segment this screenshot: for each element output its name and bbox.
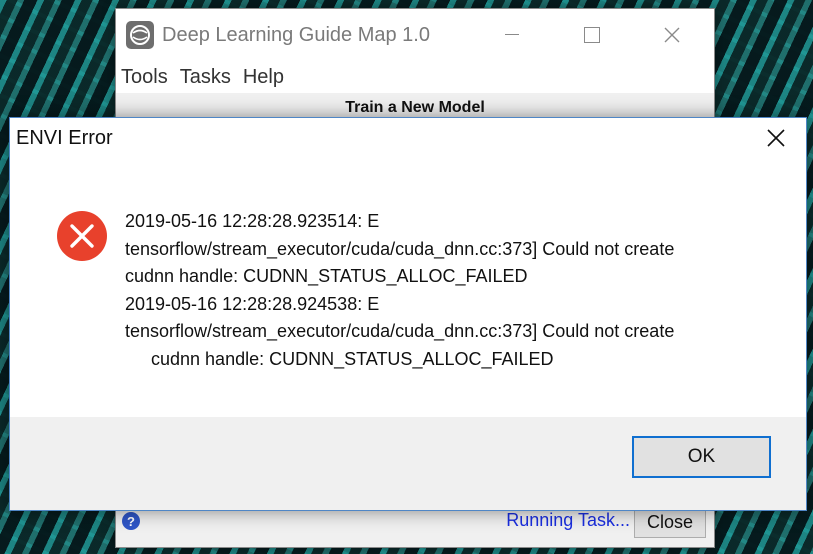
running-task-link[interactable]: Running Task... — [506, 510, 630, 531]
error-dialog: ENVI Error 2019-05-16 12:28:28.923514: E… — [9, 117, 807, 511]
dialog-titlebar[interactable]: ENVI Error — [10, 118, 806, 158]
maximize-icon[interactable] — [552, 9, 632, 61]
menu-tools[interactable]: Tools — [121, 66, 168, 89]
message-line: 2019-05-16 12:28:28.924538: E — [125, 293, 380, 314]
error-icon — [56, 210, 108, 262]
menu-tasks[interactable]: Tasks — [180, 66, 231, 89]
ok-button[interactable]: OK — [632, 436, 771, 478]
dialog-footer: OK — [10, 417, 806, 510]
menu-bar: Tools Tasks Help — [116, 61, 714, 93]
message-line: tensorflow/stream_executor/cuda/cuda_dnn… — [125, 321, 675, 341]
dialog-close-icon[interactable] — [746, 118, 806, 158]
dialog-body: 2019-05-16 12:28:28.923514: E tensorflow… — [10, 158, 806, 416]
app-logo-icon — [126, 21, 154, 49]
minimize-icon[interactable] — [472, 9, 552, 61]
message-line: cudnn handle: CUDNN_STATUS_ALLOC_FAILED — [151, 348, 554, 369]
message-line: cudnn handle: CUDNN_STATUS_ALLOC_FAILED — [125, 266, 528, 286]
help-icon[interactable]: ? — [122, 512, 140, 530]
close-window-icon[interactable] — [632, 9, 712, 61]
message-line: tensorflow/stream_executor/cuda/cuda_dnn… — [125, 238, 675, 259]
error-message: 2019-05-16 12:28:28.923514: E tensorflow… — [125, 208, 775, 373]
message-line: 2019-05-16 12:28:28.923514: E — [125, 211, 380, 231]
panel-heading: Train a New Model — [345, 99, 485, 116]
dialog-title: ENVI Error — [16, 126, 113, 149]
app-titlebar[interactable]: Deep Learning Guide Map 1.0 — [116, 9, 714, 61]
menu-help[interactable]: Help — [243, 66, 284, 89]
app-title: Deep Learning Guide Map 1.0 — [162, 23, 430, 46]
